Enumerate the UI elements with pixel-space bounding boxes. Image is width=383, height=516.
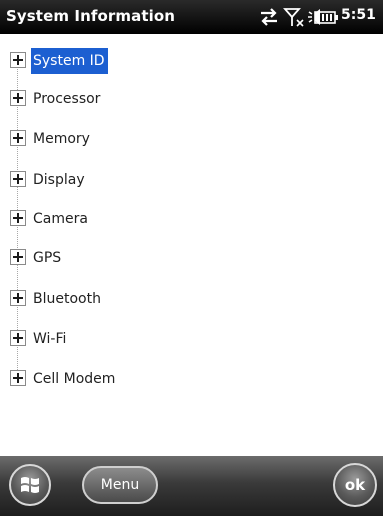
- tree-item-gps[interactable]: GPS: [10, 247, 340, 269]
- tree-item-label[interactable]: Cell Modem: [31, 368, 118, 390]
- tree-item-display[interactable]: Display: [10, 169, 340, 191]
- tree-item-camera[interactable]: Camera: [10, 208, 340, 230]
- tree-item-cell-modem[interactable]: Cell Modem: [10, 368, 340, 390]
- tree-item-system-id[interactable]: System ID: [10, 48, 340, 74]
- tree-item-label[interactable]: System ID: [31, 48, 108, 74]
- tree-item-wi-fi[interactable]: Wi-Fi: [10, 328, 340, 350]
- tree-item-label[interactable]: Bluetooth: [31, 288, 104, 310]
- tree-item-memory[interactable]: Memory: [10, 128, 340, 150]
- expand-icon[interactable]: [10, 370, 26, 386]
- tree-item-label[interactable]: Memory: [31, 128, 93, 150]
- expand-icon[interactable]: [10, 90, 26, 106]
- battery-icon[interactable]: [313, 6, 341, 28]
- expand-icon[interactable]: [10, 130, 26, 146]
- connectivity-arrows-icon[interactable]: [258, 6, 280, 28]
- menu-button[interactable]: Menu: [82, 466, 158, 504]
- expand-icon[interactable]: [10, 171, 26, 187]
- expand-icon[interactable]: [10, 249, 26, 265]
- tree-item-label[interactable]: Wi-Fi: [31, 328, 69, 350]
- expand-icon[interactable]: [10, 290, 26, 306]
- tree-item-label[interactable]: Display: [31, 169, 88, 191]
- soft-key-bar: Menu ok: [0, 456, 383, 516]
- windows-logo-icon: [21, 477, 39, 493]
- tree-item-label[interactable]: GPS: [31, 247, 64, 269]
- tree-item-processor[interactable]: Processor: [10, 88, 340, 110]
- expand-icon[interactable]: [10, 52, 26, 68]
- expand-icon[interactable]: [10, 210, 26, 226]
- tree-item-label[interactable]: Camera: [31, 208, 91, 230]
- title-bar: System Information 5:51: [0, 0, 383, 34]
- clock[interactable]: 5:51: [341, 7, 376, 23]
- expand-icon[interactable]: [10, 330, 26, 346]
- system-info-tree: System ID Processor Memory Display Camer…: [0, 34, 383, 404]
- window-title: System Information: [6, 7, 176, 25]
- signal-off-icon[interactable]: [283, 6, 305, 28]
- start-button[interactable]: [9, 464, 51, 506]
- ok-button[interactable]: ok: [333, 463, 377, 507]
- ok-label: ok: [344, 476, 366, 494]
- tree-item-label[interactable]: Processor: [31, 88, 103, 110]
- tree-item-bluetooth[interactable]: Bluetooth: [10, 288, 340, 310]
